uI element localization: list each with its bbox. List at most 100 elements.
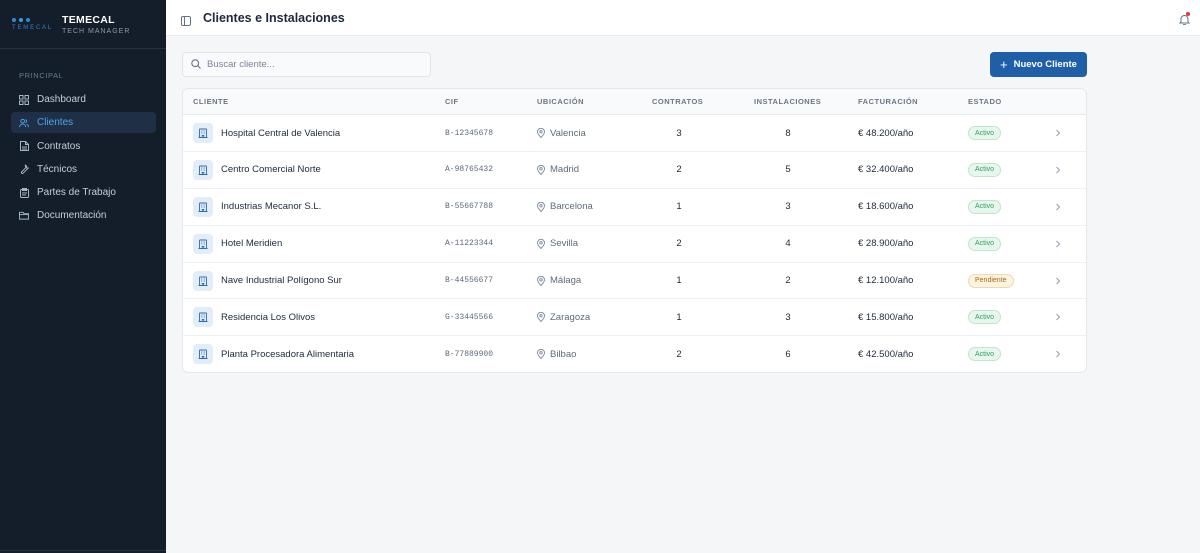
- column-header-cif[interactable]: CIF: [445, 89, 459, 115]
- search-input[interactable]: [207, 59, 407, 70]
- sidebar-footer-divider: [0, 550, 166, 551]
- billing-amount: € 32.400/año: [858, 164, 914, 176]
- contracts-count: 3: [676, 127, 682, 139]
- column-header-estado[interactable]: ESTADO: [968, 89, 1002, 115]
- brand-subtitle: TECH MANAGER: [62, 27, 131, 35]
- sidebar-item-label: Partes de Trabajo: [37, 187, 116, 199]
- row-chevron-right-icon[interactable]: [1055, 152, 1061, 188]
- installations-count: 6: [785, 348, 791, 360]
- table-row[interactable]: Industrias Mecanor S.L. B-55667788 Barce…: [183, 189, 1086, 226]
- sidebar: TEMECAL TEMECAL TECH MANAGER PRINCIPAL D…: [0, 0, 166, 553]
- sidebar-item-dashboard[interactable]: Dashboard: [11, 89, 156, 110]
- cif-cell: A-98765432: [445, 165, 494, 175]
- client-name: Centro Comercial Norte: [221, 164, 321, 176]
- table-row[interactable]: Hotel Meridien A-11223344 Sevilla 2 4 € …: [183, 226, 1086, 263]
- status-badge: Activo: [968, 310, 1002, 325]
- sidebar-item-documentacion[interactable]: Documentación: [11, 205, 156, 226]
- installations-count: 3: [785, 201, 791, 213]
- cif-cell: G-33445566: [445, 312, 494, 322]
- location-text: Zaragoza: [550, 311, 591, 323]
- map-pin-icon: [537, 164, 545, 175]
- table-row[interactable]: Centro Comercial Norte A-98765432 Madrid…: [183, 152, 1086, 189]
- location-cell: Sevilla: [537, 226, 578, 262]
- sidebar-item-label: Documentación: [37, 210, 107, 222]
- cif-cell: B-44556677: [445, 276, 494, 286]
- sidebar-item-partes-de-trabajo[interactable]: Partes de Trabajo: [11, 182, 156, 203]
- table-header: CLIENTE CIF UBICACIÓN CONTRATOS INSTALAC…: [183, 89, 1086, 115]
- status-badge: Pendiente: [968, 273, 1014, 288]
- sidebar-item-label: Clientes: [37, 117, 74, 129]
- map-pin-icon: [537, 312, 545, 323]
- sidebar-item-label: Dashboard: [37, 94, 86, 105]
- column-header-cliente[interactable]: CLIENTE: [193, 89, 229, 115]
- location-text: Valencia: [550, 127, 586, 139]
- map-pin-icon: [537, 349, 545, 360]
- column-header-instalaciones[interactable]: INSTALACIONES: [754, 89, 821, 115]
- contracts-count: 1: [676, 311, 682, 323]
- notification-bell-icon[interactable]: [1178, 12, 1191, 26]
- grid-icon: [19, 94, 29, 105]
- status-cell: Pendiente: [968, 263, 1014, 299]
- page-title: Clientes e Instalaciones: [203, 10, 345, 25]
- sidebar-item-clientes[interactable]: Clientes: [11, 112, 156, 134]
- plus-icon: +: [1000, 57, 1008, 72]
- table-row[interactable]: Residencia Los Olivos G-33445566 Zaragoz…: [183, 299, 1086, 337]
- building-icon: [193, 307, 213, 328]
- contracts-count: 1: [676, 201, 682, 213]
- location-cell: Barcelona: [537, 189, 593, 225]
- map-pin-icon: [537, 275, 545, 286]
- client-cell: Centro Comercial Norte: [193, 152, 321, 188]
- location-text: Barcelona: [550, 201, 593, 213]
- sidebar-item-contratos[interactable]: Contratos: [11, 136, 156, 157]
- folder-icon: [19, 211, 29, 221]
- installations-count: 2: [785, 275, 791, 287]
- building-icon: [193, 344, 213, 365]
- location-cell: Valencia: [537, 115, 586, 151]
- sidebar-toggle-icon[interactable]: [181, 13, 191, 26]
- logo-dots-icon: [12, 17, 56, 22]
- table-row[interactable]: Planta Procesadora Alimentaria B-7788990…: [183, 336, 1086, 372]
- nav-section-label: PRINCIPAL: [19, 71, 64, 80]
- column-header-facturacion[interactable]: FACTURACIÓN: [858, 89, 918, 115]
- column-header-contratos[interactable]: CONTRATOS: [652, 89, 703, 115]
- brand-logo: TEMECAL: [12, 17, 56, 31]
- status-badge: Activo: [968, 162, 1002, 177]
- new-client-label: Nuevo Cliente: [1013, 59, 1077, 70]
- search-box[interactable]: [182, 52, 431, 77]
- client-cell: Planta Procesadora Alimentaria: [193, 336, 354, 372]
- installations-count: 5: [785, 164, 791, 176]
- contracts-count: 2: [676, 348, 682, 360]
- row-chevron-right-icon[interactable]: [1055, 189, 1061, 225]
- installations-count: 8: [785, 127, 791, 139]
- status-cell: Activo: [968, 226, 1002, 262]
- sidebar-item-label: Técnicos: [37, 163, 78, 175]
- row-chevron-right-icon[interactable]: [1055, 299, 1061, 335]
- location-cell: Zaragoza: [537, 299, 590, 335]
- row-chevron-right-icon[interactable]: [1055, 263, 1061, 299]
- column-header-ubicacion[interactable]: UBICACIÓN: [537, 89, 584, 115]
- users-icon: [19, 118, 29, 128]
- location-text: Bilbao: [550, 348, 577, 360]
- brand: TEMECAL TEMECAL TECH MANAGER: [0, 0, 166, 49]
- map-pin-icon: [537, 238, 545, 249]
- client-name: Industrias Mecanor S.L.: [221, 201, 322, 213]
- location-text: Málaga: [550, 275, 582, 287]
- client-name: Nave Industrial Polígono Sur: [221, 275, 342, 287]
- row-chevron-right-icon[interactable]: [1055, 226, 1061, 262]
- new-client-button[interactable]: + Nuevo Cliente: [990, 52, 1087, 77]
- building-icon: [193, 233, 213, 254]
- map-pin-icon: [537, 201, 545, 212]
- building-icon: [193, 123, 213, 143]
- table-body: Hospital Central de Valencia B-12345678 …: [183, 115, 1086, 372]
- sidebar-item-tecnicos[interactable]: Técnicos: [11, 159, 156, 180]
- row-chevron-right-icon[interactable]: [1055, 115, 1061, 151]
- table-row[interactable]: Hospital Central de Valencia B-12345678 …: [183, 115, 1086, 152]
- status-cell: Activo: [968, 299, 1002, 335]
- cif-cell: B-77889900: [445, 349, 494, 359]
- row-chevron-right-icon[interactable]: [1055, 336, 1061, 372]
- status-cell: Activo: [968, 336, 1002, 372]
- table-row[interactable]: Nave Industrial Polígono Sur B-44556677 …: [183, 263, 1086, 300]
- brand-title: TEMECAL: [62, 13, 115, 26]
- wrench-icon: [19, 164, 29, 175]
- client-cell: Hospital Central de Valencia: [193, 115, 340, 151]
